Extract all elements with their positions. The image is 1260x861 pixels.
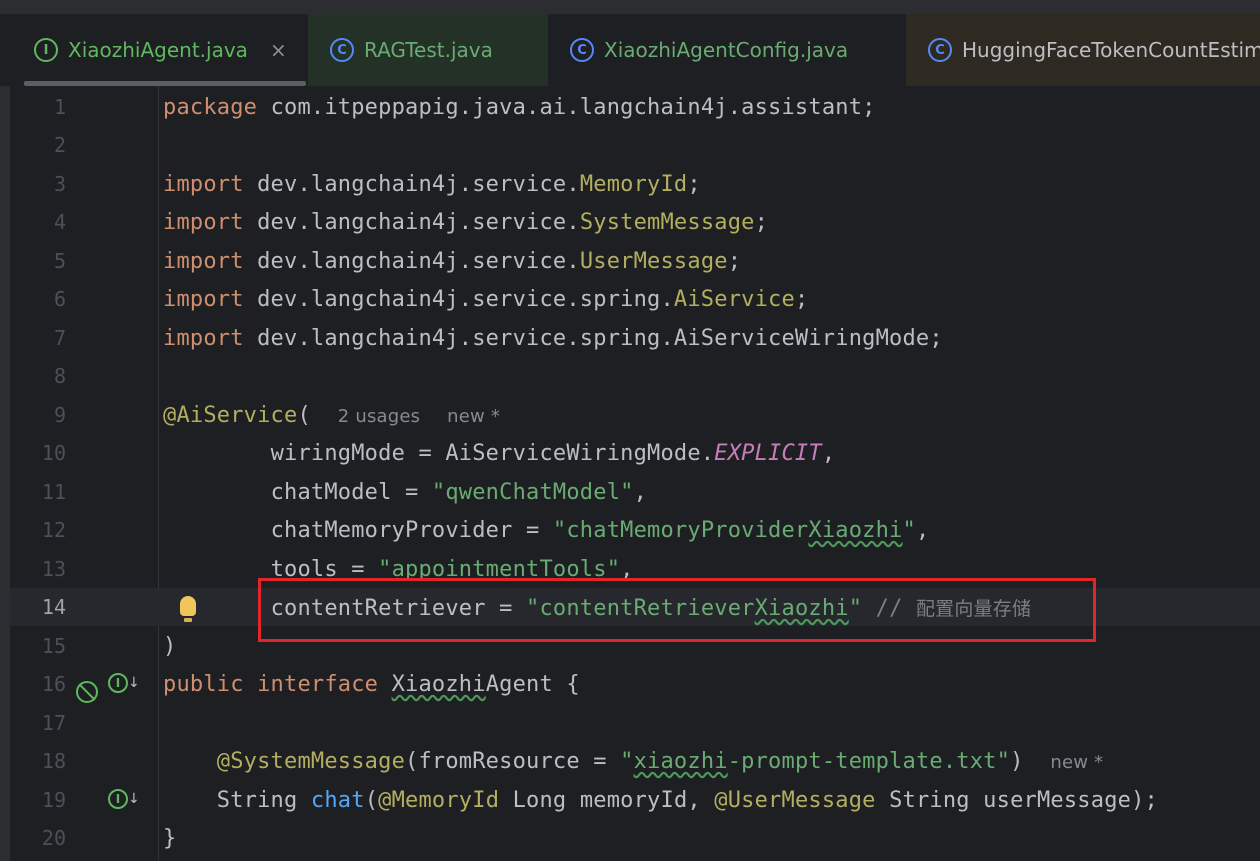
tab-label: RAGTest.java: [364, 38, 493, 62]
line-code: import dev.langchain4j.service.SystemMes…: [163, 209, 769, 235]
line-number: 15: [41, 634, 66, 658]
tab-huggingfacetokencountestim[interactable]: C HuggingFaceTokenCountEstim: [906, 14, 1260, 86]
editor-tab-bar: I XiaozhiAgent.java × C RAGTest.java C X…: [0, 14, 1260, 86]
line-number: 9: [53, 403, 66, 427]
tab-label: HuggingFaceTokenCountEstim: [962, 38, 1260, 62]
line-code: package com.itpeppapig.java.ai.langchain…: [163, 94, 876, 120]
editor-left-border: [0, 86, 10, 861]
line-code: String chat(@MemoryId Long memoryId, @Us…: [216, 787, 1158, 813]
code-line[interactable]: 20 }: [10, 819, 1260, 857]
code-line[interactable]: 7 import dev.langchain4j.service.spring.…: [10, 319, 1260, 357]
line-number: 10: [41, 441, 66, 465]
code-line[interactable]: 3 import dev.langchain4j.service.MemoryI…: [10, 165, 1260, 203]
line-code: chatModel = "qwenChatModel",: [270, 479, 648, 505]
line-code: wiringMode = AiServiceWiringMode.EXPLICI…: [270, 440, 836, 466]
line-number: 1: [53, 95, 66, 119]
line-number: 20: [41, 826, 66, 850]
code-line[interactable]: 4 import dev.langchain4j.service.SystemM…: [10, 203, 1260, 241]
no-entry-icon[interactable]: [76, 681, 98, 703]
line-number: 3: [53, 172, 66, 196]
line-number: 8: [53, 364, 66, 388]
line-number: 13: [41, 557, 66, 581]
interface-icon: I: [34, 38, 58, 62]
line-code: chatMemoryProvider = "chatMemoryProvider…: [270, 517, 930, 543]
code-line[interactable]: 11 chatModel = "qwenChatModel",: [10, 473, 1260, 511]
code-line[interactable]: 10 wiringMode = AiServiceWiringMode.EXPL…: [10, 434, 1260, 472]
code-line[interactable]: 18 @SystemMessage(fromResource = "xiaozh…: [10, 742, 1260, 780]
tab-ragtest-java[interactable]: C RAGTest.java: [308, 14, 548, 86]
class-icon: C: [570, 38, 594, 62]
code-line[interactable]: 1 package com.itpeppapig.java.ai.langcha…: [10, 88, 1260, 126]
line-number: 5: [53, 249, 66, 273]
code-line[interactable]: 19 I ↓ String chat(@MemoryId Long memoryI…: [10, 781, 1260, 819]
code-line[interactable]: 2: [10, 126, 1260, 164]
line-code: import dev.langchain4j.service.UserMessa…: [163, 248, 742, 274]
line-number: 19: [41, 788, 66, 812]
line-number: 11: [41, 480, 66, 504]
class-icon: C: [928, 38, 952, 62]
implemented-method-icon[interactable]: I ↓: [108, 789, 140, 809]
line-code: ): [163, 633, 177, 659]
tab-xiaozhiagentconfig-java[interactable]: C XiaozhiAgentConfig.java: [548, 14, 906, 86]
code-line[interactable]: 12 chatMemoryProvider = "chatMemoryProvi…: [10, 511, 1260, 549]
code-line[interactable]: 6 import dev.langchain4j.service.spring.…: [10, 280, 1260, 318]
line-number: 18: [41, 749, 66, 773]
line-code: import dev.langchain4j.service.spring.Ai…: [163, 325, 943, 351]
highlight-annotation-box: [258, 578, 1096, 642]
code-line[interactable]: 5 import dev.langchain4j.service.UserMes…: [10, 242, 1260, 280]
line-number: 6: [53, 287, 66, 311]
tab-label: XiaozhiAgentConfig.java: [604, 38, 849, 62]
line-number: 16: [41, 672, 66, 696]
line-code: import dev.langchain4j.service.spring.Ai…: [163, 286, 809, 312]
tab-label: XiaozhiAgent.java: [68, 38, 248, 62]
line-code: import dev.langchain4j.service.MemoryId;: [163, 171, 701, 197]
implemented-interface-icon[interactable]: I ↓: [108, 673, 140, 693]
line-number: 17: [41, 711, 66, 735]
line-code: public interface XiaozhiAgent {: [163, 671, 580, 697]
tab-xiaozhiagent-java[interactable]: I XiaozhiAgent.java ×: [12, 14, 306, 86]
class-test-icon: C: [330, 38, 354, 62]
line-number: 2: [53, 133, 66, 157]
close-tab-icon[interactable]: ×: [270, 38, 287, 62]
code-line[interactable]: 17: [10, 704, 1260, 742]
author-hint[interactable]: new *: [447, 406, 500, 427]
code-line[interactable]: 8: [10, 357, 1260, 395]
author-hint[interactable]: new *: [1050, 752, 1103, 773]
line-code: @AiService( 2 usages new *: [163, 402, 501, 428]
line-number: 14: [41, 595, 66, 619]
window-top-strip: [0, 0, 1260, 14]
usages-hint[interactable]: 2 usages: [338, 406, 420, 427]
line-number: 4: [53, 210, 66, 234]
line-code: }: [163, 825, 177, 851]
code-line[interactable]: 16 I ↓ public interface XiaozhiAgent {: [10, 665, 1260, 703]
line-code: @SystemMessage(fromResource = "xiaozhi-p…: [216, 748, 1104, 774]
code-line[interactable]: 9 @AiService( 2 usages new *: [10, 396, 1260, 434]
line-number: 12: [41, 518, 66, 542]
line-number: 7: [53, 326, 66, 350]
